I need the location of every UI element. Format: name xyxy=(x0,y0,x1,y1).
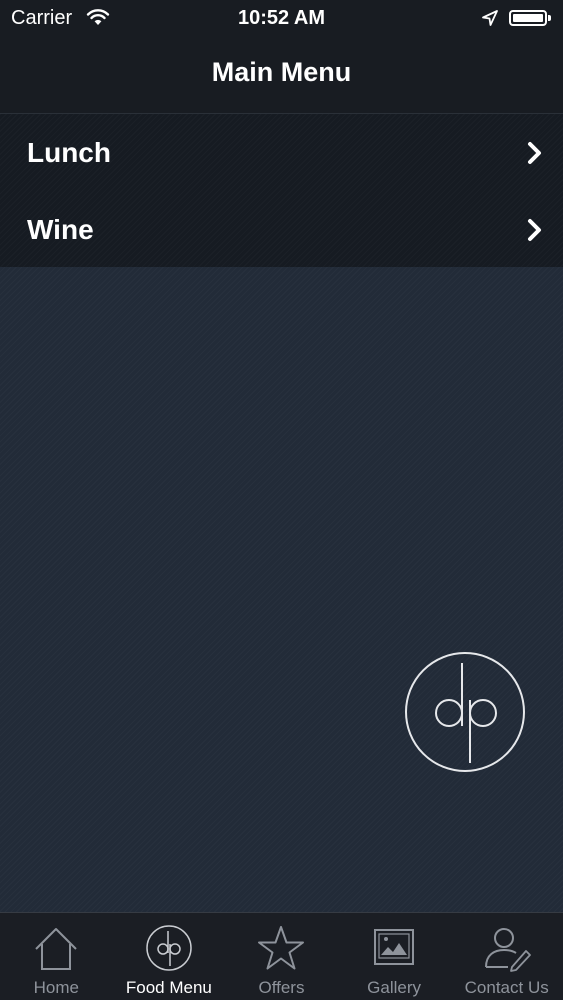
contact-person-icon xyxy=(482,923,532,973)
tab-bar: Home Food Menu Offers Gallery Contact Us xyxy=(0,912,563,1000)
menu-list: Lunch Wine xyxy=(0,114,563,267)
tab-food-menu[interactable]: Food Menu xyxy=(113,913,226,1000)
top-bar: Carrier 10:52 AM Main Menu xyxy=(0,0,563,114)
tab-label: Home xyxy=(33,978,79,997)
dp-logo xyxy=(404,651,526,773)
battery-icon xyxy=(509,10,547,26)
menu-item-lunch[interactable]: Lunch xyxy=(0,114,563,191)
chevron-right-icon xyxy=(525,140,545,166)
picture-icon xyxy=(369,923,419,973)
menu-item-label: Wine xyxy=(27,214,94,245)
tab-label: Contact Us xyxy=(464,978,549,997)
tab-contact-us[interactable]: Contact Us xyxy=(450,913,563,1000)
tab-home[interactable]: Home xyxy=(0,913,113,1000)
tab-label: Gallery xyxy=(367,978,422,997)
location-arrow-icon xyxy=(481,9,499,32)
tab-offers[interactable]: Offers xyxy=(225,913,338,1000)
status-bar: Carrier 10:52 AM xyxy=(0,0,563,38)
menu-item-wine[interactable]: Wine xyxy=(0,191,563,267)
page-title: Main Menu xyxy=(211,57,352,87)
tab-label: Offers xyxy=(258,978,305,997)
menu-item-label: Lunch xyxy=(27,137,111,168)
battery-tip xyxy=(548,15,551,21)
star-icon xyxy=(256,923,306,973)
home-icon xyxy=(31,923,81,973)
app-screen: Carrier 10:52 AM Main Menu Lunch Wine Ho… xyxy=(0,0,563,1000)
clock: 10:52 AM xyxy=(237,7,326,29)
tab-gallery[interactable]: Gallery xyxy=(338,913,451,1000)
chevron-right-icon xyxy=(525,217,545,243)
tab-label: Food Menu xyxy=(125,978,212,997)
dp-logo-icon xyxy=(144,923,194,973)
